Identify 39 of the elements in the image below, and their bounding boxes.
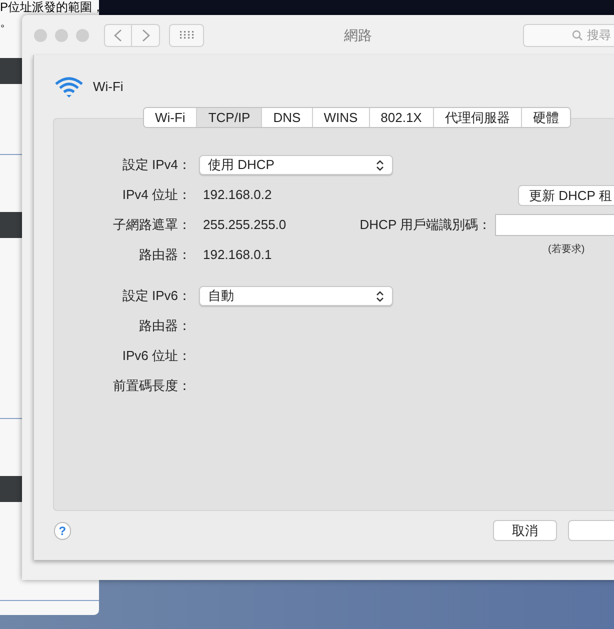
field-label: 設定 IPv6： bbox=[121, 287, 192, 306]
zoom-button[interactable] bbox=[76, 28, 89, 42]
hint-text: (若要求) bbox=[548, 242, 585, 257]
cancel-button[interactable]: 取消 bbox=[492, 520, 558, 541]
wifi-icon bbox=[54, 76, 84, 98]
renew-dhcp-button[interactable]: 更新 DHCP 租 bbox=[518, 184, 614, 206]
up-down-chevron-icon bbox=[376, 160, 384, 170]
field-label: IPv6 位址： bbox=[121, 347, 192, 366]
tab[interactable]: 硬體 bbox=[520, 108, 570, 127]
interface-name: Wi-Fi bbox=[93, 78, 124, 96]
field-value: 192.168.0.2 bbox=[202, 186, 273, 204]
tab[interactable]: TCP/IP bbox=[196, 108, 262, 127]
field-label: 路由器： bbox=[138, 246, 192, 264]
document-text: 。 bbox=[0, 15, 13, 29]
cut-off-button[interactable] bbox=[568, 520, 614, 541]
chevron-right-icon bbox=[142, 28, 150, 42]
document-text: P位址派發的範圍， bbox=[0, 0, 99, 15]
field-value: 255.255.255.0 bbox=[202, 216, 288, 234]
close-button[interactable] bbox=[34, 28, 47, 42]
show-all-button[interactable] bbox=[169, 24, 204, 46]
up-down-chevron-icon bbox=[376, 290, 384, 302]
client-id-field[interactable] bbox=[495, 214, 614, 236]
window-title: 網路 bbox=[344, 26, 372, 44]
forward-button[interactable] bbox=[132, 24, 160, 46]
field-label: IPv4 位址： bbox=[121, 186, 192, 204]
grid-icon bbox=[180, 31, 194, 39]
help-button[interactable]: ? bbox=[54, 522, 71, 540]
field-label: 子網路遮罩： bbox=[112, 216, 192, 234]
field-label: 前置碼長度： bbox=[112, 377, 192, 396]
search-icon bbox=[572, 30, 583, 40]
popup-menu[interactable]: 使用 DHCP bbox=[199, 155, 393, 175]
field-label: DHCP 用戶端識別碼： bbox=[358, 216, 492, 234]
field-value: 192.168.0.1 bbox=[202, 246, 273, 264]
popup-menu[interactable]: 自動 bbox=[199, 286, 393, 306]
field-label: 設定 IPv4： bbox=[121, 156, 192, 174]
minimize-button[interactable] bbox=[55, 28, 68, 42]
back-button[interactable] bbox=[104, 24, 132, 46]
field-label: 路由器： bbox=[138, 317, 192, 336]
chevron-left-icon bbox=[114, 28, 122, 42]
